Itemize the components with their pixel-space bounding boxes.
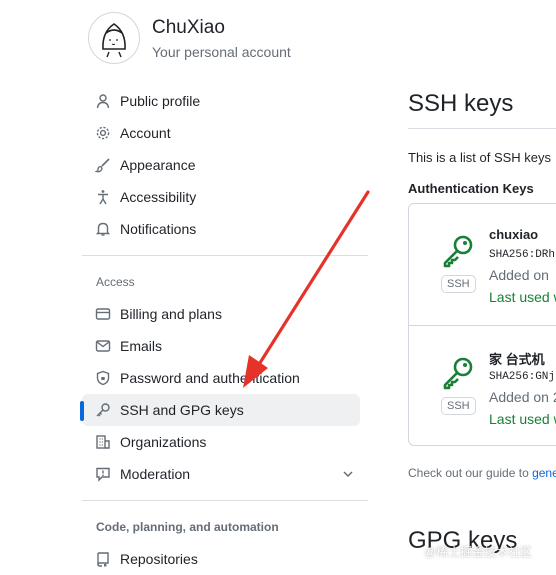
sidebar-item-notifications[interactable]: Notifications bbox=[82, 213, 368, 245]
sidebar-item-label: Accessibility bbox=[120, 189, 197, 205]
sidebar-item-label: Public profile bbox=[120, 93, 201, 109]
sidebar-item-password-authentication[interactable]: Password and authentication bbox=[82, 362, 368, 394]
sidebar-item-repositories[interactable]: Repositories bbox=[82, 543, 368, 575]
sidebar-item-label: Password and authentication bbox=[120, 370, 300, 386]
sidebar-item-billing[interactable]: Billing and plans bbox=[82, 298, 368, 330]
settings-sidebar: Public profile Account Appearance Access… bbox=[80, 85, 368, 575]
guide-link[interactable]: gene bbox=[532, 466, 556, 480]
sidebar-item-label: Billing and plans bbox=[120, 306, 222, 322]
ssh-badge: SSH bbox=[441, 275, 476, 293]
guide-prefix: Check out our guide to bbox=[408, 466, 533, 480]
key-fingerprint: SHA256:GNj bbox=[489, 371, 556, 383]
sidebar-item-label: Appearance bbox=[120, 157, 196, 173]
key-added-date: Added on 2 bbox=[489, 389, 556, 405]
authentication-keys-heading: Authentication Keys bbox=[408, 181, 534, 196]
ssh-badge: SSH bbox=[441, 397, 476, 415]
sidebar-item-moderation[interactable]: Moderation bbox=[82, 458, 368, 490]
key-added-date: Added on bbox=[489, 267, 549, 283]
sidebar-divider bbox=[82, 255, 368, 256]
chevron-down-icon[interactable] bbox=[342, 468, 354, 480]
account-name[interactable]: ChuXiao bbox=[152, 15, 291, 41]
sidebar-item-appearance[interactable]: Appearance bbox=[82, 149, 368, 181]
sidebar-item-label: Emails bbox=[120, 338, 163, 354]
sidebar-item-emails[interactable]: Emails bbox=[82, 330, 368, 362]
key-title: 家 台式机 bbox=[489, 352, 545, 367]
key-last-used: Last used w bbox=[489, 289, 556, 305]
accessibility-icon bbox=[94, 188, 112, 206]
sidebar-item-label: Notifications bbox=[120, 221, 197, 237]
mail-icon bbox=[94, 337, 112, 355]
sidebar-item-label: Account bbox=[120, 125, 171, 141]
list-item: SSH chuxiao SHA256:DRh Added on Last use… bbox=[409, 204, 556, 325]
key-last-used: Last used w bbox=[489, 411, 556, 427]
key-title: chuxiao bbox=[489, 227, 539, 242]
intro-text: This is a list of SSH keys bbox=[408, 150, 552, 165]
sidebar-item-ssh-gpg-keys[interactable]: SSH and GPG keys bbox=[80, 394, 360, 426]
person-icon bbox=[94, 92, 112, 110]
sidebar-item-account[interactable]: Account bbox=[82, 117, 368, 149]
key-fingerprint: SHA256:DRh bbox=[489, 249, 556, 261]
report-icon bbox=[94, 465, 112, 483]
sidebar-group-code-planning-automation: Code, planning, and automation bbox=[96, 520, 279, 534]
paintbrush-icon bbox=[94, 156, 112, 174]
list-item: SSH 家 台式机 SHA256:GNj Added on 2 Last use… bbox=[409, 325, 556, 445]
sidebar-group-access: Access bbox=[96, 275, 135, 289]
sidebar-item-public-profile[interactable]: Public profile bbox=[82, 85, 368, 117]
key-icon bbox=[441, 234, 475, 268]
avatar[interactable] bbox=[88, 12, 140, 64]
organization-icon bbox=[94, 433, 112, 451]
watermark: @稀土掘金技术社区 bbox=[424, 545, 533, 559]
sidebar-item-label: Moderation bbox=[120, 466, 191, 482]
key-icon bbox=[441, 356, 475, 390]
sidebar-item-label: SSH and GPG keys bbox=[120, 402, 244, 418]
account-subtitle: Your personal account bbox=[152, 43, 291, 60]
account-header: ChuXiao Your personal account bbox=[88, 12, 291, 64]
bell-icon bbox=[94, 220, 112, 238]
sidebar-item-label: Organizations bbox=[120, 434, 207, 450]
repo-icon bbox=[94, 550, 112, 568]
title-divider bbox=[408, 128, 556, 129]
sidebar-item-accessibility[interactable]: Accessibility bbox=[82, 181, 368, 213]
gear-icon bbox=[94, 124, 112, 142]
ssh-keys-list: SSH chuxiao SHA256:DRh Added on Last use… bbox=[408, 203, 556, 446]
avatar-drawing-icon bbox=[102, 23, 126, 58]
key-icon bbox=[94, 401, 112, 419]
shield-lock-icon bbox=[94, 369, 112, 387]
credit-card-icon bbox=[94, 305, 112, 323]
guide-text: Check out our guide to gene bbox=[408, 466, 556, 480]
page-title: SSH keys bbox=[408, 90, 514, 117]
sidebar-divider bbox=[82, 500, 368, 501]
sidebar-item-organizations[interactable]: Organizations bbox=[82, 426, 368, 458]
sidebar-item-label: Repositories bbox=[120, 551, 198, 567]
